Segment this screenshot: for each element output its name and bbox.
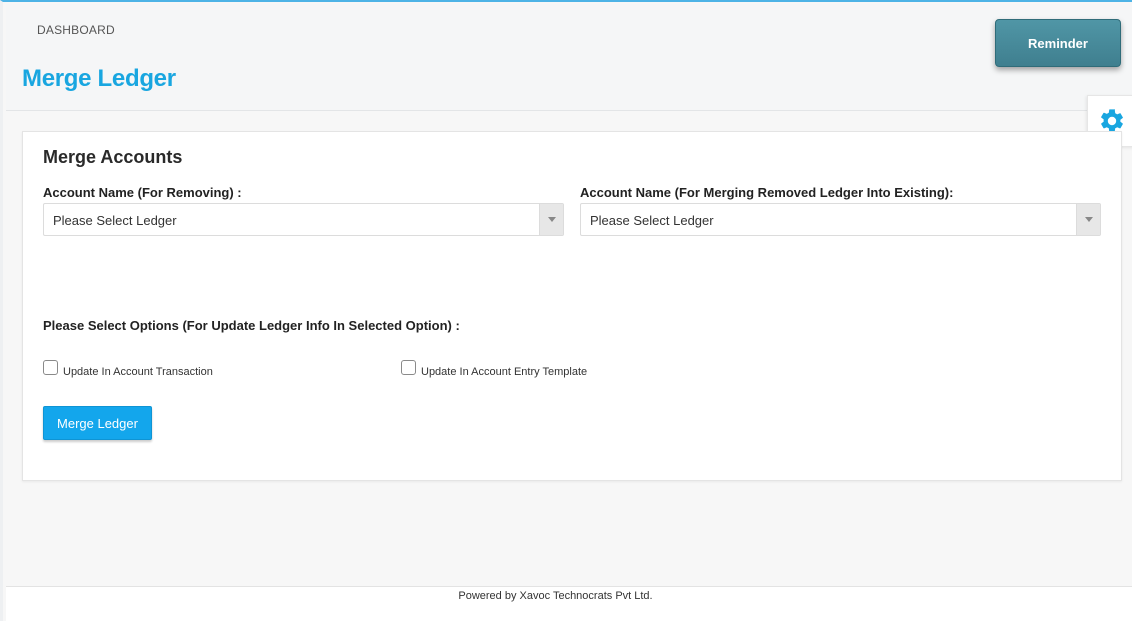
merge-into-account-label: Account Name (For Merging Removed Ledger… <box>580 185 954 200</box>
merge-into-account-select[interactable]: Please Select Ledger <box>580 203 1101 236</box>
merge-accounts-card: Merge Accounts Account Name (For Removin… <box>22 131 1122 481</box>
merge-ledger-button[interactable]: Merge Ledger <box>43 406 152 440</box>
update-transaction-checkbox[interactable] <box>43 360 58 375</box>
options-label: Please Select Options (For Update Ledger… <box>43 318 460 333</box>
footer-credit: Powered by Xavoc Technocrats Pvt Ltd. <box>458 590 653 602</box>
section-title: Merge Accounts <box>43 147 183 167</box>
remove-account-select-value: Please Select Ledger <box>53 213 177 228</box>
footer: Powered by Xavoc Technocrats Pvt Ltd. <box>6 586 1132 623</box>
reminder-button[interactable]: Reminder <box>995 19 1121 67</box>
chevron-down-icon <box>539 204 563 235</box>
chevron-down-icon <box>1076 204 1100 235</box>
app-frame: DASHBOARD Merge Ledger Reminder Merge Ac… <box>0 0 1132 623</box>
update-entry-template-checkbox[interactable] <box>401 360 416 375</box>
merge-into-account-select-value: Please Select Ledger <box>590 213 714 228</box>
option-update-account-transaction[interactable]: Update In Account Transaction <box>43 360 213 378</box>
breadcrumb[interactable]: DASHBOARD <box>37 23 115 37</box>
update-transaction-label: Update In Account Transaction <box>63 366 213 378</box>
remove-account-select[interactable]: Please Select Ledger <box>43 203 564 236</box>
remove-account-label: Account Name (For Removing) : <box>43 185 242 200</box>
page-title: Merge Ledger <box>22 65 176 92</box>
update-entry-template-label: Update In Account Entry Template <box>421 366 588 378</box>
option-update-account-entry-template[interactable]: Update In Account Entry Template <box>401 360 587 378</box>
page-header: DASHBOARD Merge Ledger <box>6 4 1132 111</box>
